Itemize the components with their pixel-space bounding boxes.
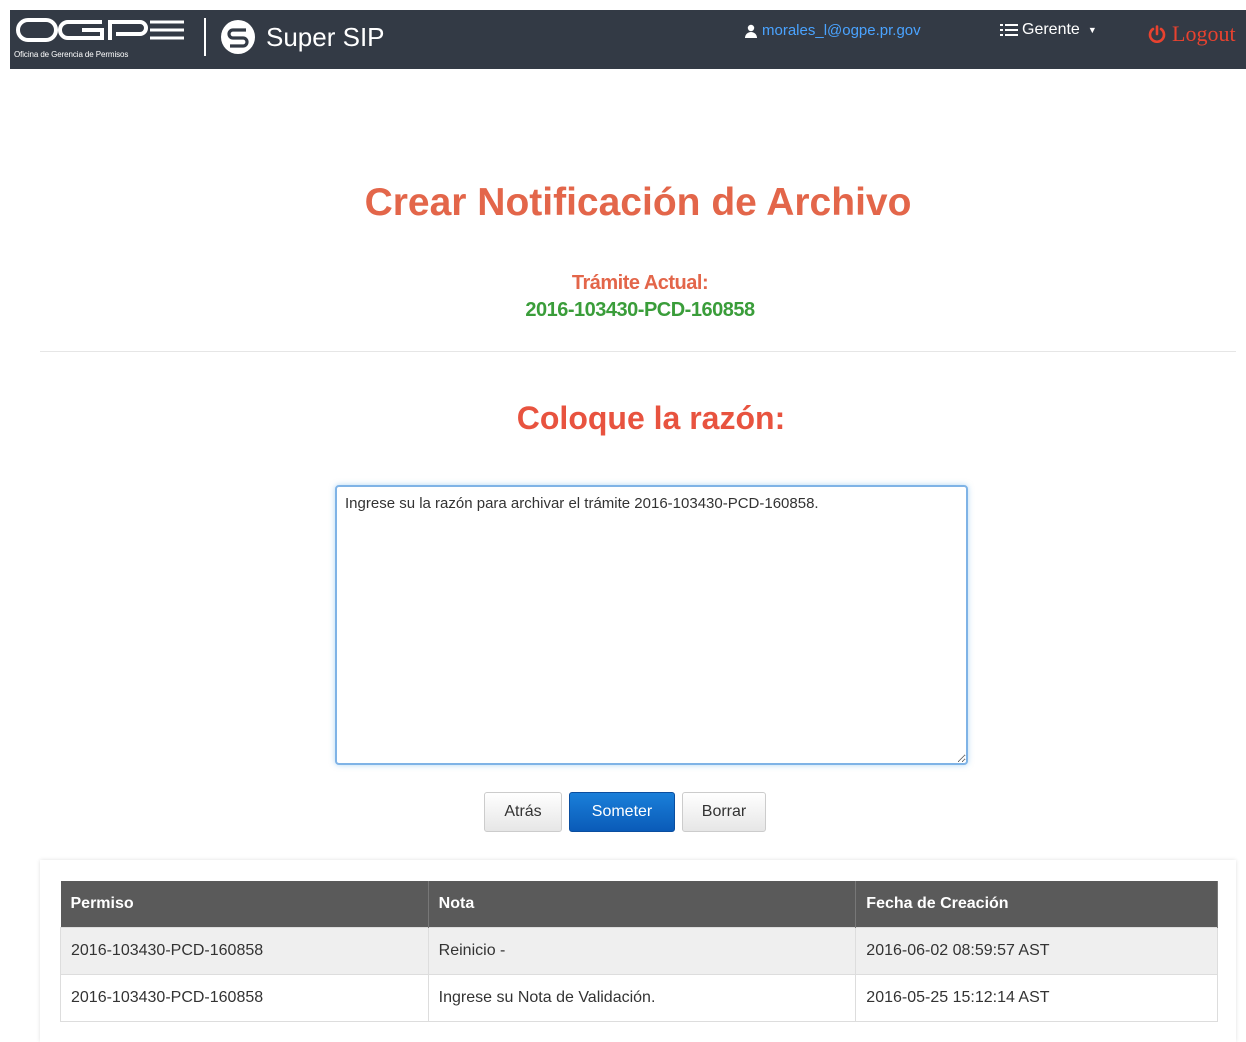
brand-name: Super SIP <box>266 21 385 52</box>
super-sip-logo-icon <box>221 20 255 54</box>
submit-button[interactable]: Someter <box>569 792 675 832</box>
clear-button[interactable]: Borrar <box>682 792 766 832</box>
logout-label: Logout <box>1172 21 1236 46</box>
table-header-row: Permiso Nota Fecha de Creación <box>60 881 1218 927</box>
history-table: Permiso Nota Fecha de Creación 2016-1034… <box>60 881 1218 1022</box>
current-tramite-id: 2016-103430-PCD-160858 <box>525 299 755 321</box>
cell-nota: Ingrese su Nota de Validación. <box>427 973 857 1022</box>
role-label: Gerente <box>1022 21 1080 38</box>
reason-textarea[interactable]: Ingrese su la razón para archivar el trá… <box>335 485 968 765</box>
user-icon <box>745 24 757 38</box>
cell-fecha: 2016-05-25 15:12:14 AST <box>855 973 1218 1022</box>
caret-down-icon: ▼ <box>1087 25 1097 35</box>
user-menu[interactable]: morales_l@ogpe.pr.gov <box>744 22 921 39</box>
current-tramite-label: Trámite Actual: <box>571 272 709 294</box>
logout-link[interactable]: Logout <box>1148 21 1236 47</box>
user-email: morales_l@ogpe.pr.gov <box>762 22 921 39</box>
table-row: 2016-103430-PCD-160858 Reinicio - 2016-0… <box>60 926 1218 975</box>
column-header-nota[interactable]: Nota <box>428 881 857 927</box>
cell-permiso: 2016-103430-PCD-160858 <box>60 973 429 1022</box>
power-icon <box>1148 25 1166 43</box>
navbar-divider <box>204 18 206 56</box>
logo-subtitle: Oficina de Gerencia de Permisos <box>14 50 129 59</box>
table-row: 2016-103430-PCD-160858 Ingrese su Nota d… <box>60 973 1218 1022</box>
page-title: Crear Notificación de Archivo <box>364 181 912 224</box>
role-dropdown[interactable]: Gerente ▼ <box>1000 21 1097 39</box>
cell-nota: Reinicio - <box>427 926 857 975</box>
reason-title: Coloque la razón: <box>516 400 786 436</box>
back-button[interactable]: Atrás <box>484 792 562 832</box>
cell-permiso: 2016-103430-PCD-160858 <box>60 926 429 975</box>
ogpe-logo[interactable]: Oficina de Gerencia de Permisos <box>12 14 192 66</box>
brand-link[interactable]: Super SIP <box>220 19 385 55</box>
top-navbar: Oficina de Gerencia de Permisos Super SI… <box>10 10 1246 69</box>
section-divider <box>40 351 1236 352</box>
list-icon <box>1000 24 1018 36</box>
cell-fecha: 2016-06-02 08:59:57 AST <box>855 926 1218 975</box>
ogpe-logo-mark <box>16 18 184 42</box>
column-header-permiso[interactable]: Permiso <box>60 881 429 927</box>
column-header-fecha[interactable]: Fecha de Creación <box>855 881 1218 927</box>
